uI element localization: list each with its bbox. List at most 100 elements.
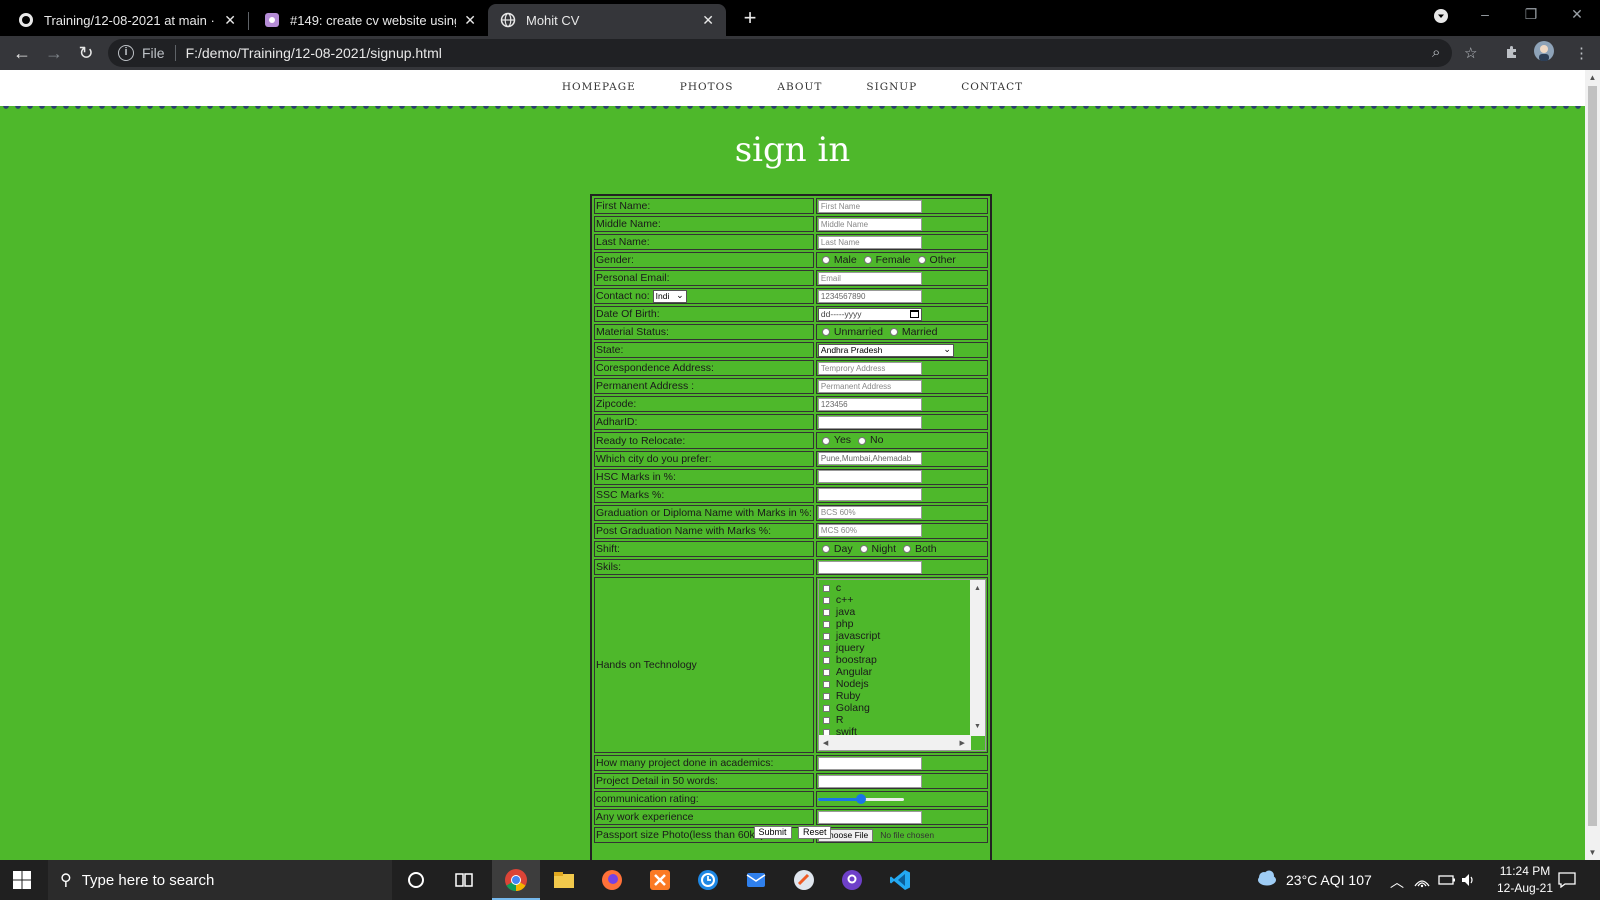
windows-start-icon[interactable] [12, 870, 32, 890]
tech-option[interactable]: php [822, 618, 971, 630]
scroll-up-icon[interactable]: ▲ [970, 582, 985, 596]
postman-icon[interactable] [792, 868, 816, 892]
checkbox[interactable] [822, 584, 830, 592]
state-select[interactable]: Andhra Pradesh ⌄ [817, 344, 954, 358]
tech-option[interactable]: Nodejs [822, 678, 971, 690]
xampp-icon[interactable] [648, 868, 672, 892]
close-icon[interactable]: ✕ [464, 12, 476, 29]
firefox-icon[interactable] [600, 868, 624, 892]
projects-input[interactable] [817, 756, 922, 770]
project-detail-input[interactable] [817, 774, 922, 788]
scroll-down-icon[interactable]: ▼ [1585, 848, 1600, 857]
checkbox[interactable] [822, 632, 830, 640]
city-input[interactable]: Pune,Mumbai,Ahemadab [817, 452, 922, 466]
horizontal-scrollbar[interactable]: ◀ ▶ [818, 734, 971, 751]
scroll-down-icon[interactable]: ▼ [970, 720, 985, 734]
network-icon[interactable] [1414, 872, 1430, 891]
new-tab-icon[interactable]: + [738, 6, 762, 30]
checkbox[interactable] [822, 644, 830, 652]
tech-option[interactable]: R [822, 714, 971, 726]
shift-both-radio[interactable] [902, 544, 911, 553]
checkbox[interactable] [822, 608, 830, 616]
unmarried-radio[interactable] [821, 328, 830, 337]
perm-address-input[interactable]: Permanent Address [817, 380, 922, 394]
tech-option[interactable]: boostrap [822, 654, 971, 666]
extensions-icon[interactable] [1504, 44, 1520, 64]
close-icon[interactable]: ✕ [224, 12, 236, 29]
file-explorer-icon[interactable] [552, 868, 576, 892]
forward-icon[interactable]: → [44, 43, 64, 63]
address-bar[interactable]: i File F:/demo/Training/12-08-2021/signu… [108, 39, 1452, 67]
country-code-select[interactable]: Indi ⌄ [652, 289, 687, 303]
checkbox[interactable] [822, 656, 830, 664]
back-icon[interactable]: ← [12, 43, 32, 63]
chrome-icon[interactable] [504, 868, 528, 892]
tech-option[interactable]: jquery [822, 642, 971, 654]
tech-option[interactable]: c++ [822, 594, 971, 606]
star-icon[interactable]: ☆ [1464, 44, 1477, 62]
gender-male-radio[interactable] [821, 256, 830, 265]
shift-day-radio[interactable] [821, 544, 830, 553]
profile-dropdown-icon[interactable] [1426, 8, 1456, 27]
zoom-icon[interactable]: ⌕ [1432, 44, 1440, 61]
ssc-input[interactable] [817, 488, 922, 502]
calendar-icon[interactable] [909, 309, 919, 318]
mail-app-icon[interactable] [744, 868, 768, 892]
scrollbar-thumb[interactable] [1588, 86, 1597, 826]
dob-input[interactable]: dd-----yyyy [817, 307, 922, 321]
reload-icon[interactable]: ↻ [76, 43, 96, 63]
notification-icon[interactable] [1558, 872, 1576, 891]
page-scrollbar[interactable]: ▲ ▼ [1585, 70, 1600, 860]
taskbar-search-box[interactable]: ⚲ Type here to search [48, 860, 392, 900]
tech-option[interactable]: Ruby [822, 690, 971, 702]
gender-female-radio[interactable] [863, 256, 872, 265]
chevron-up-icon[interactable]: ︿ [1390, 872, 1404, 892]
scroll-right-icon[interactable]: ▶ [960, 737, 965, 751]
vscode-icon[interactable] [888, 868, 912, 892]
task-view-icon[interactable] [452, 868, 476, 892]
checkbox[interactable] [822, 692, 830, 700]
menu-icon[interactable]: ⋮ [1574, 44, 1589, 62]
middle-name-input[interactable]: Middle Name [817, 217, 922, 231]
tech-option[interactable]: Golang [822, 702, 971, 714]
reset-button[interactable]: Reset [797, 826, 832, 839]
vertical-scrollbar[interactable]: ▲ ▼ [969, 579, 985, 736]
clock-app-icon[interactable] [696, 868, 720, 892]
minimize-icon[interactable]: – [1470, 6, 1500, 22]
slider-handle[interactable] [855, 794, 866, 805]
post-graduation-input[interactable]: MCS 60% [817, 524, 922, 538]
nav-photos[interactable]: PHOTOS [680, 81, 734, 93]
restore-icon[interactable]: ❐ [1516, 6, 1546, 23]
avatar[interactable] [1534, 41, 1554, 65]
email-input[interactable]: Email [817, 271, 922, 285]
tech-option[interactable]: javascript [822, 630, 971, 642]
last-name-input[interactable]: Last Name [817, 235, 922, 249]
relocate-no-radio[interactable] [857, 436, 866, 445]
submit-button[interactable]: Submit [753, 826, 792, 839]
first-name-input[interactable]: First Name [817, 199, 922, 213]
tab-mohit-cv[interactable]: Mohit CV ✕ [488, 4, 726, 36]
checkbox[interactable] [822, 680, 830, 688]
tech-option[interactable]: c [822, 582, 971, 594]
github-desktop-icon[interactable] [840, 868, 864, 892]
volume-icon[interactable] [1460, 872, 1476, 891]
info-icon[interactable]: i [118, 45, 134, 61]
checkbox[interactable] [822, 716, 830, 724]
tech-option[interactable]: java [822, 606, 971, 618]
corr-address-input[interactable]: Temprory Address [817, 362, 922, 376]
window-close-icon[interactable]: ✕ [1562, 6, 1592, 23]
tech-option[interactable]: Angular [822, 666, 971, 678]
tab-github[interactable]: Training/12-08-2021 at main · mc ✕ [6, 4, 248, 36]
contact-input[interactable]: 1234567890 [817, 289, 922, 303]
taskbar-clock[interactable]: 11:24 PM 12-Aug-21 [1480, 863, 1570, 897]
married-radio[interactable] [889, 328, 898, 337]
relocate-yes-radio[interactable] [821, 436, 830, 445]
nav-contact[interactable]: CONTACT [961, 81, 1023, 93]
close-icon[interactable]: ✕ [702, 12, 714, 29]
checkbox[interactable] [822, 704, 830, 712]
scroll-up-icon[interactable]: ▲ [1585, 73, 1600, 82]
cortana-icon[interactable] [404, 868, 428, 892]
tab-pull-request[interactable]: #149: create cv website using htr ✕ [252, 4, 488, 36]
weather-icon[interactable] [1256, 869, 1278, 890]
battery-icon[interactable] [1438, 872, 1456, 891]
